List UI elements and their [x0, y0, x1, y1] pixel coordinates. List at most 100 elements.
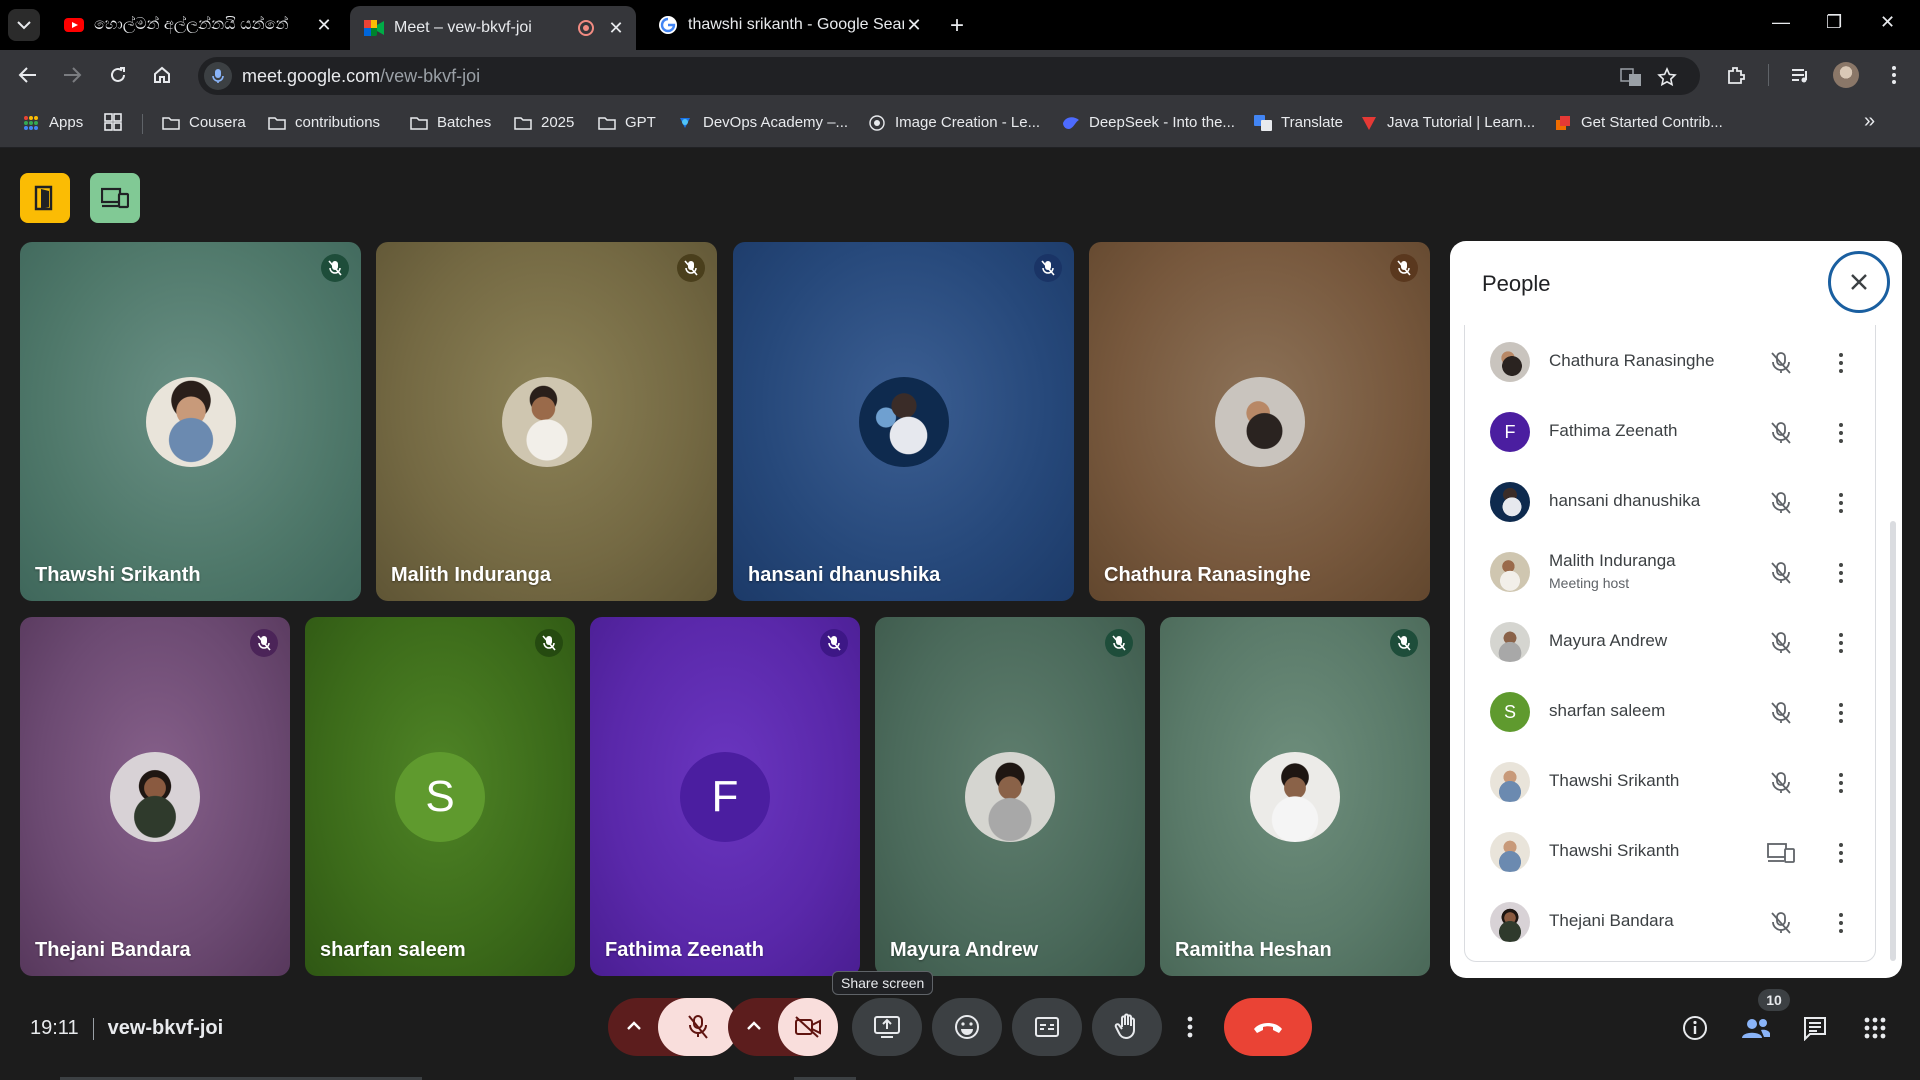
leave-call-button[interactable] — [1224, 998, 1312, 1056]
browser-menu-icon[interactable] — [1882, 63, 1906, 87]
more-options-button[interactable] — [1172, 998, 1208, 1056]
camera-toggle-button[interactable] — [778, 998, 838, 1056]
mic-off-icon[interactable] — [1767, 909, 1795, 937]
bookmark-image-creation[interactable]: Image Creation - Le... — [868, 114, 1040, 131]
mic-off-icon[interactable] — [1767, 349, 1795, 377]
meeting-details-icon[interactable] — [1680, 1013, 1710, 1043]
more-options-icon[interactable] — [1835, 419, 1847, 447]
bookmark-get-started-contrib[interactable]: Get Started Contrib... — [1554, 114, 1723, 131]
audio-options-chevron-icon[interactable] — [626, 1018, 642, 1036]
companion-mode-button[interactable] — [90, 173, 140, 223]
more-options-icon[interactable] — [1835, 629, 1847, 657]
people-icon[interactable] — [1740, 1013, 1770, 1043]
close-panel-button[interactable] — [1828, 251, 1890, 313]
participant-row[interactable]: F Fathima Zeenath — [1465, 395, 1877, 465]
bookmark-translate[interactable]: Translate — [1254, 114, 1343, 131]
tab-search-button[interactable] — [8, 9, 40, 41]
back-icon[interactable] — [16, 63, 40, 87]
mic-off-icon — [535, 629, 563, 657]
minimize-icon[interactable]: — — [1772, 12, 1790, 33]
extensions-icon[interactable] — [1724, 63, 1748, 87]
participant-list: Chathura Ranasinghe F Fathima Zeenath ha… — [1464, 325, 1876, 962]
more-options-icon[interactable] — [1835, 699, 1847, 727]
tab-google-search[interactable]: thawshi srikanth - Google Search ✕ — [644, 6, 934, 44]
video-tile[interactable]: F Fathima Zeenath — [590, 617, 860, 976]
participant-row[interactable]: Chathura Ranasinghe — [1465, 325, 1877, 395]
participant-row[interactable]: Thawshi Srikanth — [1465, 815, 1877, 885]
close-tab-icon[interactable]: ✕ — [606, 18, 626, 39]
tab-meet[interactable]: Meet – vew-bkvf-joi ✕ — [350, 6, 636, 50]
bookmark-apps[interactable]: Apps — [22, 114, 83, 131]
microphone-toggle-button[interactable] — [658, 998, 738, 1056]
bookmark-tab-groups[interactable] — [104, 113, 131, 131]
bookmark-star-icon[interactable] — [1656, 66, 1678, 88]
video-options-chevron-icon[interactable] — [746, 1018, 762, 1036]
bookmark-java-tutorial[interactable]: Java Tutorial | Learn... — [1360, 114, 1535, 131]
more-options-icon[interactable] — [1835, 769, 1847, 797]
address-bar[interactable]: meet.google.com/vew-bkvf-joi — [198, 57, 1700, 95]
participant-row[interactable]: Thejani Bandara — [1465, 885, 1877, 955]
bookmark-deepseek[interactable]: DeepSeek - Into the... — [1062, 114, 1235, 131]
avatar: F — [680, 751, 770, 842]
bookmark-folder-contributions[interactable]: contributions — [268, 114, 380, 131]
avatar — [1490, 342, 1530, 382]
participant-row[interactable]: Thawshi Srikanth — [1465, 745, 1877, 815]
mic-off-icon[interactable] — [1767, 769, 1795, 797]
restore-icon[interactable]: ❐ — [1826, 12, 1842, 33]
video-tile[interactable]: Malith Induranga — [376, 242, 717, 601]
close-window-icon[interactable]: ✕ — [1880, 12, 1895, 33]
mic-off-icon[interactable] — [1767, 699, 1795, 727]
panel-scrollbar[interactable] — [1890, 521, 1896, 961]
close-tab-icon[interactable]: ✕ — [904, 15, 924, 36]
bookmark-devops-academy[interactable]: DevOps Academy –... — [676, 114, 848, 131]
google-meet-icon — [364, 18, 384, 38]
more-options-icon[interactable] — [1835, 559, 1847, 587]
bookmark-folder-2025[interactable]: 2025 — [514, 114, 574, 131]
activities-grid-icon[interactable] — [1860, 1013, 1890, 1043]
more-options-icon[interactable] — [1835, 349, 1847, 377]
people-panel: People Chathura Ranasinghe F Fathima Zee… — [1450, 241, 1902, 978]
more-options-icon[interactable] — [1835, 909, 1847, 937]
captions-button[interactable] — [1012, 998, 1082, 1056]
chat-icon[interactable] — [1800, 1013, 1830, 1043]
more-bookmarks-icon[interactable]: » — [1864, 110, 1875, 133]
avatar — [965, 751, 1055, 842]
close-tab-icon[interactable]: ✕ — [314, 15, 334, 36]
bookmark-folder-batches[interactable]: Batches — [410, 114, 491, 131]
reactions-button[interactable] — [932, 998, 1002, 1056]
mic-off-icon[interactable] — [1767, 559, 1795, 587]
video-tile[interactable]: Mayura Andrew — [875, 617, 1145, 976]
participant-row[interactable]: Malith Induranga Meeting host — [1465, 535, 1877, 605]
video-tile[interactable]: Chathura Ranasinghe — [1089, 242, 1430, 601]
participant-row[interactable]: Mayura Andrew — [1465, 605, 1877, 675]
video-tile[interactable]: hansani dhanushika — [733, 242, 1074, 601]
reload-icon[interactable] — [106, 63, 130, 87]
video-tile[interactable]: Ramitha Heshan — [1160, 617, 1430, 976]
mic-off-icon[interactable] — [1767, 419, 1795, 447]
microphone-site-icon[interactable] — [204, 62, 232, 90]
home-icon[interactable] — [150, 63, 174, 87]
bookmark-folder-gpt[interactable]: GPT — [598, 114, 656, 131]
translate-page-icon[interactable] — [1620, 66, 1642, 88]
more-options-icon[interactable] — [1835, 489, 1847, 517]
video-tile[interactable]: Thawshi Srikanth — [20, 242, 361, 601]
forward-icon[interactable] — [60, 63, 84, 87]
companion-device-icon[interactable] — [1767, 839, 1795, 867]
participant-row[interactable]: S sharfan saleem — [1465, 675, 1877, 745]
video-tile[interactable]: S sharfan saleem — [305, 617, 575, 976]
bookmark-folder-cousera[interactable]: Cousera — [162, 114, 246, 131]
mic-off-icon[interactable] — [1767, 489, 1795, 517]
more-options-icon[interactable] — [1835, 839, 1847, 867]
new-tab-icon[interactable]: + — [950, 12, 964, 40]
mic-off-icon[interactable] — [1767, 629, 1795, 657]
present-screen-button[interactable] — [852, 998, 922, 1056]
video-tile[interactable]: Thejani Bandara — [20, 617, 290, 976]
raise-hand-button[interactable] — [1092, 998, 1162, 1056]
people-count-badge: 10 — [1758, 989, 1790, 1011]
tab-youtube[interactable]: හොල්මන් අල්ලන්නයි යන්නේ ✕ — [50, 6, 344, 44]
avatar — [1490, 552, 1530, 592]
media-control-icon[interactable] — [1788, 63, 1812, 87]
participant-row[interactable]: hansani dhanushika — [1465, 465, 1877, 535]
profile-avatar[interactable] — [1833, 62, 1859, 88]
meeting-room-button[interactable] — [20, 173, 70, 223]
